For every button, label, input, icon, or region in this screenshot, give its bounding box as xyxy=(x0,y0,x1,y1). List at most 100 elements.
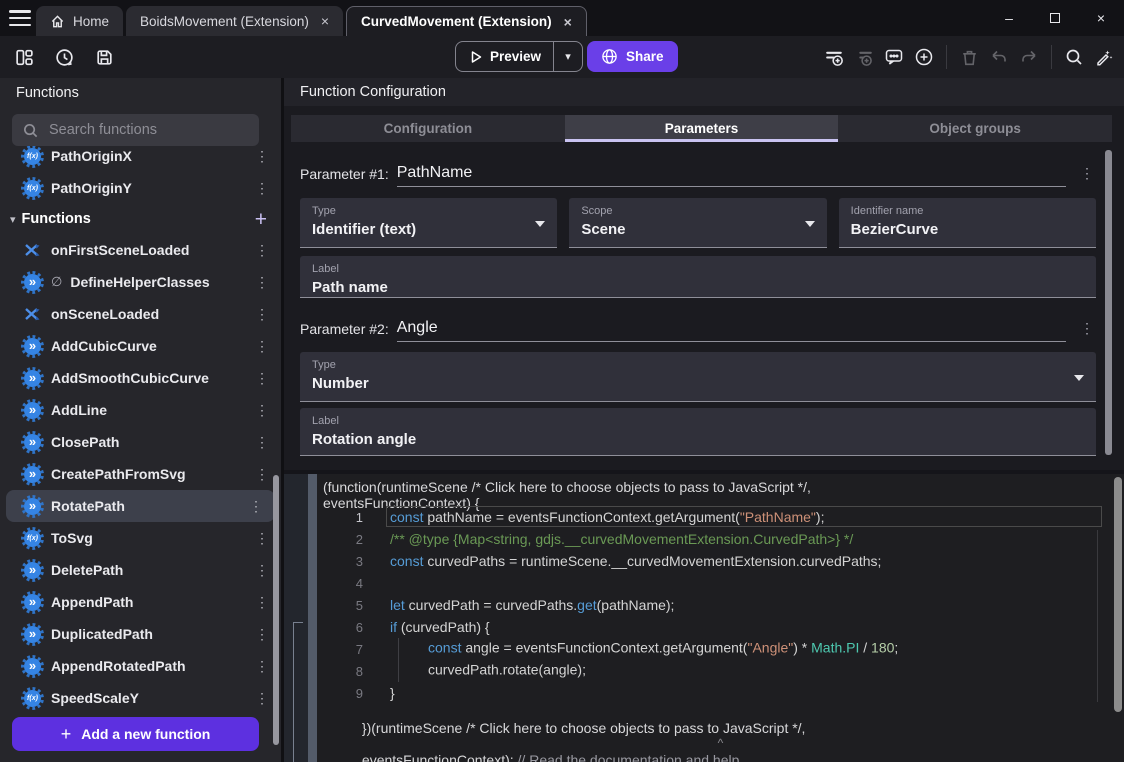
magic-wand-icon[interactable] xyxy=(1092,45,1116,69)
code-line: 9} xyxy=(317,682,1104,704)
minimize-button[interactable]: – xyxy=(986,10,1032,26)
field-value: Rotation angle xyxy=(312,431,1084,448)
item-menu-icon[interactable]: ⋮ xyxy=(255,242,269,259)
tab-parameters[interactable]: Parameters xyxy=(565,115,839,142)
item-menu-icon[interactable]: ⋮ xyxy=(255,530,269,547)
item-menu-icon[interactable]: ⋮ xyxy=(255,626,269,643)
function-name: onSceneLoaded xyxy=(51,306,159,322)
function-item-addline[interactable]: »AddLine⋮ xyxy=(0,394,281,426)
parameter-name-input[interactable]: Angle xyxy=(397,319,1066,342)
code-line: 6if (curvedPath) { xyxy=(317,616,1104,638)
field-label[interactable]: LabelRotation angle xyxy=(300,408,1096,456)
parameter-menu-icon[interactable]: ⋮ xyxy=(1066,320,1096,342)
line-number: 1 xyxy=(317,510,363,525)
field-scope[interactable]: ScopeScene xyxy=(569,198,826,248)
functions-section-header[interactable]: ▾ Functions + xyxy=(0,204,281,234)
item-menu-icon[interactable]: ⋮ xyxy=(255,562,269,579)
item-menu-icon[interactable]: ⋮ xyxy=(255,690,269,707)
function-item-pathoriginy[interactable]: f(x)PathOriginY⋮ xyxy=(0,172,281,204)
function-action-icon: » xyxy=(24,466,41,483)
add-section-function-icon[interactable]: + xyxy=(255,209,267,230)
preview-button[interactable]: Preview ▾ xyxy=(455,41,583,72)
code-footer-line2[interactable]: eventsFunctionContext); xyxy=(362,752,518,762)
save-icon[interactable] xyxy=(92,45,116,69)
tab-close-icon[interactable]: × xyxy=(564,15,572,29)
item-menu-icon[interactable]: ⋮ xyxy=(255,370,269,387)
maximize-button[interactable] xyxy=(1032,10,1078,26)
redo-icon[interactable] xyxy=(1017,45,1041,69)
tab-configuration[interactable]: Configuration xyxy=(291,115,565,142)
tab-object-groups[interactable]: Object groups xyxy=(838,115,1112,142)
function-item-appendrotatedpath[interactable]: »AppendRotatedPath⋮ xyxy=(0,650,281,682)
field-type[interactable]: TypeIdentifier (text) xyxy=(300,198,557,248)
code-footer-line1[interactable]: })(runtimeScene /* Click here to choose … xyxy=(362,720,806,736)
preview-dropdown-icon[interactable]: ▾ xyxy=(554,50,582,63)
search-icon[interactable] xyxy=(1062,45,1086,69)
parameter-menu-icon[interactable]: ⋮ xyxy=(1066,165,1096,187)
function-item-addsmoothcubiccurve[interactable]: »AddSmoothCubicCurve⋮ xyxy=(0,362,281,394)
share-button[interactable]: Share xyxy=(587,41,678,72)
add-event-icon[interactable] xyxy=(822,45,846,69)
function-item-duplicatedpath[interactable]: »DuplicatedPath⋮ xyxy=(0,618,281,650)
function-item-rotatepath[interactable]: »RotatePath⋮ xyxy=(6,490,275,522)
close-button[interactable]: × xyxy=(1078,10,1124,26)
chevron-down-icon[interactable] xyxy=(805,221,815,227)
collapse-arrow-icon[interactable]: ▾ xyxy=(10,213,16,226)
undo-icon[interactable] xyxy=(987,45,1011,69)
item-menu-icon[interactable]: ⋮ xyxy=(255,180,269,197)
field-type[interactable]: TypeNumber xyxy=(300,352,1096,402)
function-item-onfirstsceneloaded[interactable]: onFirstSceneLoaded⋮ xyxy=(0,234,281,266)
parameters-scrollbar[interactable] xyxy=(1105,150,1112,455)
parameter-number-label: Parameter #2: xyxy=(300,321,397,342)
add-circle-icon[interactable] xyxy=(912,45,936,69)
field-identifier-name[interactable]: Identifier nameBezierCurve xyxy=(839,198,1096,248)
search-functions-box[interactable] xyxy=(12,114,259,146)
function-item-addcubiccurve[interactable]: »AddCubicCurve⋮ xyxy=(0,330,281,362)
editor-tab-home[interactable]: Home xyxy=(36,6,123,36)
chevron-down-icon[interactable] xyxy=(535,221,545,227)
item-menu-icon[interactable]: ⋮ xyxy=(255,466,269,483)
share-label: Share xyxy=(626,49,664,64)
function-item-appendpath[interactable]: »AppendPath⋮ xyxy=(0,586,281,618)
trash-icon[interactable] xyxy=(957,45,981,69)
code-editor[interactable]: (function(runtimeScene /* Click here to … xyxy=(317,474,1124,762)
history-icon[interactable] xyxy=(52,45,76,69)
function-item-speedscaley[interactable]: f(x)SpeedScaleY⋮ xyxy=(0,682,281,712)
main-menu-icon[interactable] xyxy=(9,10,31,26)
editor-tab-curvedmovement-extension-[interactable]: CurvedMovement (Extension)× xyxy=(346,6,587,36)
field-label[interactable]: LabelPath name xyxy=(300,256,1096,298)
event-selection-indicator xyxy=(293,622,303,762)
function-item-createpathfromsvg[interactable]: »CreatePathFromSvg⋮ xyxy=(0,458,281,490)
item-menu-icon[interactable]: ⋮ xyxy=(255,274,269,291)
event-drag-handle[interactable] xyxy=(308,474,317,762)
function-item-definehelperclasses[interactable]: »∅DefineHelperClasses⋮ xyxy=(0,266,281,298)
function-item-tosvg[interactable]: f(x)ToSvg⋮ xyxy=(0,522,281,554)
add-comment-icon[interactable] xyxy=(882,45,906,69)
tab-close-icon[interactable]: × xyxy=(321,14,329,28)
code-editor-scrollbar[interactable] xyxy=(1114,477,1122,712)
collapse-hint[interactable]: ^ xyxy=(317,736,1124,750)
item-menu-icon[interactable]: ⋮ xyxy=(249,498,263,515)
parameter-name-input[interactable]: PathName xyxy=(397,164,1066,187)
item-menu-icon[interactable]: ⋮ xyxy=(255,306,269,323)
documentation-link[interactable]: Read the documentation and help xyxy=(529,752,739,762)
function-item-pathoriginx[interactable]: f(x)PathOriginX⋮ xyxy=(0,146,281,172)
add-subevent-icon[interactable] xyxy=(852,45,876,69)
item-menu-icon[interactable]: ⋮ xyxy=(255,338,269,355)
chevron-down-icon[interactable] xyxy=(1074,375,1084,381)
function-item-deletepath[interactable]: »DeletePath⋮ xyxy=(0,554,281,586)
sidebar-scrollbar[interactable] xyxy=(273,475,279,745)
field-value: Identifier (text) xyxy=(312,221,545,238)
item-menu-icon[interactable]: ⋮ xyxy=(255,402,269,419)
item-menu-icon[interactable]: ⋮ xyxy=(255,434,269,451)
item-menu-icon[interactable]: ⋮ xyxy=(255,658,269,675)
function-item-onsceneloaded[interactable]: onSceneLoaded ⋮ xyxy=(0,298,281,330)
editor-tab-boidsmovement-extension-[interactable]: BoidsMovement (Extension)× xyxy=(126,6,343,36)
section-label: Functions xyxy=(22,211,91,227)
function-item-closepath[interactable]: »ClosePath⋮ xyxy=(0,426,281,458)
project-manager-icon[interactable] xyxy=(12,45,36,69)
search-functions-input[interactable] xyxy=(47,121,249,139)
add-function-button[interactable]: + Add a new function xyxy=(12,717,259,751)
item-menu-icon[interactable]: ⋮ xyxy=(255,148,269,165)
item-menu-icon[interactable]: ⋮ xyxy=(255,594,269,611)
